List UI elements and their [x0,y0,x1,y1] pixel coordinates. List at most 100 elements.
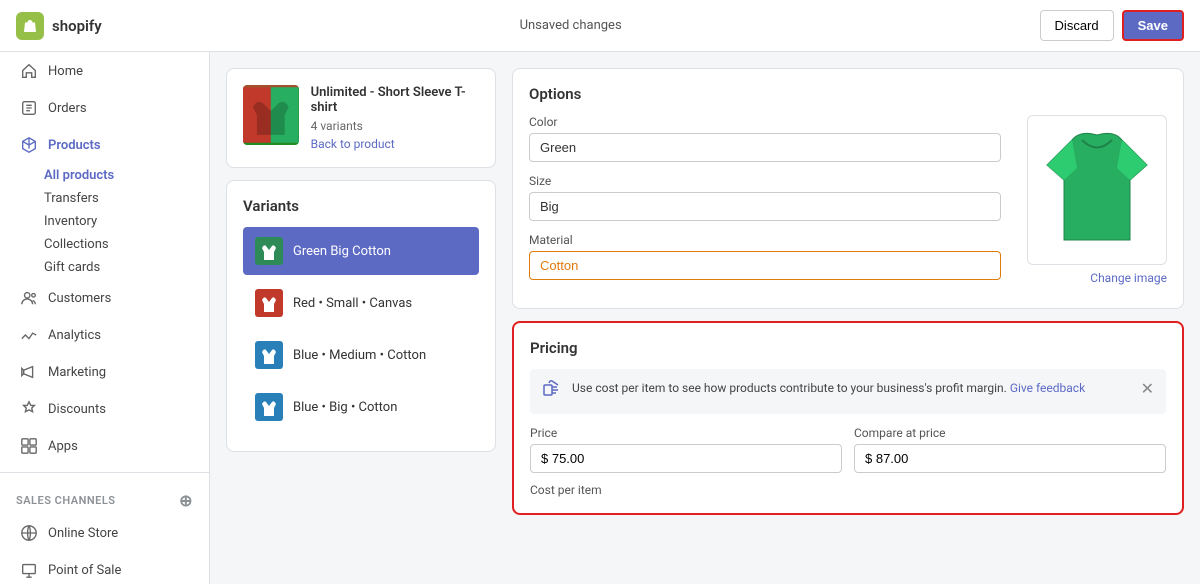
change-image-link[interactable]: Change image [1090,271,1167,285]
main-layout: Home Orders Products All products Transf… [0,52,1200,584]
variant-green-label: Green Big Cotton [293,244,391,259]
variant-blue-big-icon [255,393,283,421]
sidebar-item-products[interactable]: Products [4,127,205,163]
compare-price-label: Compare at price [854,426,1166,440]
sidebar-sub-gift-cards[interactable]: Gift cards [0,256,209,279]
sidebar-sub-collections[interactable]: Collections [0,233,209,256]
back-to-product-link[interactable]: Back to product [311,137,479,151]
home-icon [20,62,38,80]
sidebar-item-apps[interactable]: Apps [4,428,205,464]
material-input[interactable] [529,251,1001,280]
price-row: Price Compare at price [530,426,1166,473]
size-label: Size [529,174,1001,188]
logo: shopify [16,12,102,40]
analytics-icon [20,326,38,344]
pricing-card: Pricing Use cost per item to see how pro… [512,321,1184,515]
color-input[interactable] [529,133,1001,162]
sidebar-sub-all-products[interactable]: All products [0,164,209,187]
sidebar-analytics-label: Analytics [48,328,101,343]
sidebar-marketing-label: Marketing [48,365,106,380]
variant-red-small-canvas[interactable]: Red • Small • Canvas [243,279,479,327]
topbar-actions: Discard Save [1040,10,1184,41]
price-input-wrap [530,444,842,473]
left-panel: Unlimited - Short Sleeve T-shirt 4 varia… [226,68,496,568]
sidebar-sub-transfers[interactable]: Transfers [0,187,209,210]
sidebar-customers-label: Customers [48,291,111,306]
sidebar-item-home[interactable]: Home [4,53,205,89]
variants-count: 4 variants [311,119,479,133]
options-row: Color Size Material [529,115,1167,292]
sidebar-discounts-label: Discounts [48,402,106,417]
variants-title: Variants [243,197,479,215]
size-input[interactable] [529,192,1001,221]
variant-blue-medium-icon [255,341,283,369]
marketing-icon [20,363,38,381]
sidebar-home-label: Home [48,64,83,79]
online-store-icon [20,524,38,542]
close-banner-button[interactable]: ✕ [1141,379,1154,398]
variants-card: Variants Green Big Cotton [226,180,496,452]
add-sales-channel-icon[interactable]: ⊕ [179,491,193,510]
compare-price-input[interactable] [854,444,1166,473]
info-banner: Use cost per item to see how products co… [530,369,1166,414]
product-card: Unlimited - Short Sleeve T-shirt 4 varia… [226,68,496,168]
pricing-title: Pricing [530,339,1166,357]
sidebar-item-marketing[interactable]: Marketing [4,354,205,390]
sidebar-item-discounts[interactable]: Discounts [4,391,205,427]
sidebar: Home Orders Products All products Transf… [0,52,210,584]
sidebar-apps-label: Apps [48,439,78,454]
compare-price-input-wrap [854,444,1166,473]
product-info: Unlimited - Short Sleeve T-shirt 4 varia… [311,85,479,151]
size-field-group: Size [529,174,1001,221]
options-title: Options [529,85,1167,103]
compare-price-field: Compare at price [854,426,1166,473]
sidebar-products-label: Products [48,138,101,153]
color-field-group: Color [529,115,1001,162]
sidebar-item-online-store[interactable]: Online Store [4,515,205,551]
sidebar-divider [0,472,209,473]
sales-channels-title: SALES CHANNELS ⊕ [0,481,209,514]
unsaved-status: Unsaved changes [520,18,622,33]
discard-button[interactable]: Discard [1040,10,1114,41]
orders-icon [20,99,38,117]
price-field: Price [530,426,842,473]
main-content: Unlimited - Short Sleeve T-shirt 4 varia… [210,52,1200,584]
product-name: Unlimited - Short Sleeve T-shirt [311,85,479,115]
options-left: Color Size Material [529,115,1001,292]
info-icon [542,379,562,404]
options-right: Change image [1017,115,1167,292]
material-field-group: Material [529,233,1001,280]
variant-blue-big-cotton[interactable]: Blue • Big • Cotton [243,383,479,431]
variant-green-big-cotton[interactable]: Green Big Cotton [243,227,479,275]
sidebar-sub-inventory[interactable]: Inventory [0,210,209,233]
discounts-icon [20,400,38,418]
variant-green-icon [255,237,283,265]
options-card: Options Color Size Material [512,68,1184,309]
variant-blue-big-label: Blue • Big • Cotton [293,400,397,415]
topbar: shopify Unsaved changes Discard Save [0,0,1200,52]
shopify-bag-icon [16,12,44,40]
sidebar-item-point-of-sale[interactable]: Point of Sale [4,552,205,584]
products-icon [20,136,38,154]
shopify-label: shopify [52,17,102,35]
variant-blue-medium-label: Blue • Medium • Cotton [293,348,426,363]
material-label: Material [529,233,1001,247]
price-input[interactable] [530,444,842,473]
variant-blue-medium-cotton[interactable]: Blue • Medium • Cotton [243,331,479,379]
apps-icon [20,437,38,455]
variant-red-icon [255,289,283,317]
cost-per-item-label: Cost per item [530,483,1166,497]
point-of-sale-icon [20,561,38,579]
feedback-link[interactable]: Give feedback [1010,381,1085,395]
sidebar-orders-label: Orders [48,101,87,116]
color-label: Color [529,115,1001,129]
point-of-sale-label: Point of Sale [48,563,121,578]
sidebar-item-customers[interactable]: Customers [4,280,205,316]
sidebar-item-analytics[interactable]: Analytics [4,317,205,353]
variant-red-label: Red • Small • Canvas [293,296,412,311]
save-button[interactable]: Save [1122,10,1184,41]
product-image-box [1027,115,1167,265]
sidebar-item-orders[interactable]: Orders [4,90,205,126]
price-label: Price [530,426,842,440]
customers-icon [20,289,38,307]
